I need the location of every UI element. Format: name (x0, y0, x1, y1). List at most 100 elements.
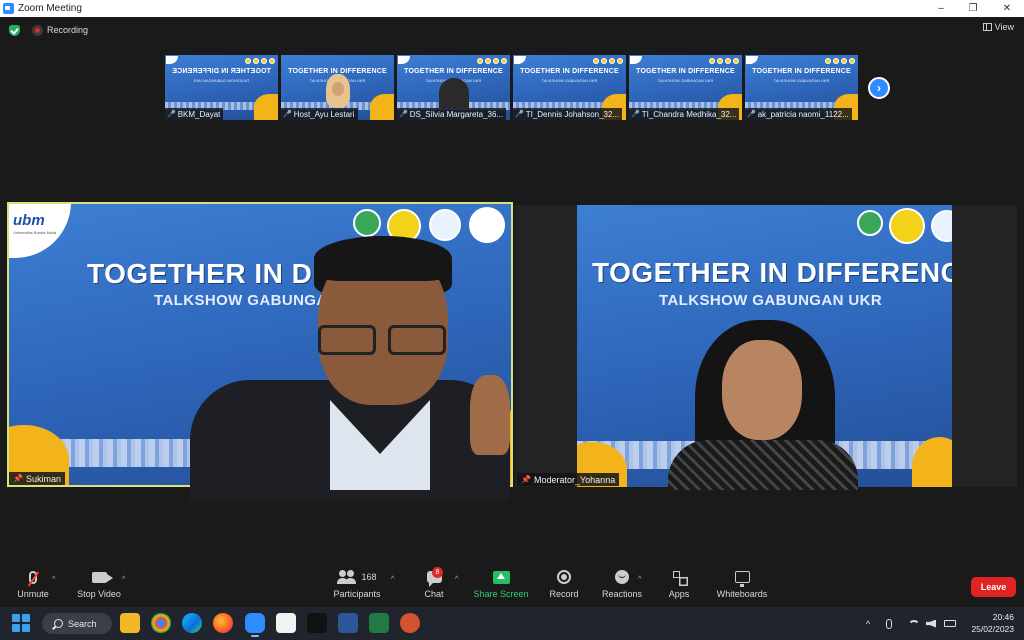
file-explorer-icon[interactable] (120, 613, 140, 633)
meeting-info-bar: Recording View (0, 17, 1024, 45)
restore-button[interactable]: ❐ (956, 0, 990, 17)
microsoft-store-icon[interactable] (276, 613, 296, 633)
banner-title: TOGETHER IN DIFFERENCE (636, 68, 735, 75)
banner-subtitle: TALKSHOW GABUNGAN UKR (193, 78, 250, 83)
participant-name-label: 🎤 TI_Dennis Johahson_32... (513, 108, 623, 120)
partner-logos (825, 58, 855, 64)
chat-label: Chat (424, 589, 444, 599)
record-button[interactable]: Record (546, 567, 582, 607)
encryption-shield-icon[interactable] (9, 25, 20, 36)
share-screen-icon (492, 570, 510, 584)
ubm-logo-text: ubm (13, 212, 45, 229)
participant-video (325, 74, 350, 108)
chat-button[interactable]: 8 Chat (418, 567, 450, 607)
participants-button[interactable]: 168 Participants (330, 567, 384, 607)
unmute-button[interactable]: Unmute (14, 567, 52, 607)
mic-muted-icon (29, 570, 37, 584)
ubm-logo-subtext: Universitas Bunda Mulia (13, 230, 57, 235)
firefox-icon[interactable] (213, 613, 233, 633)
excel-icon[interactable] (369, 613, 389, 633)
video-camera-icon (91, 571, 113, 583)
mic-muted-icon: 🎤 (747, 111, 756, 118)
reactions-options-caret[interactable]: ^ (638, 576, 641, 583)
banner-title: TOGETHER IN DIFFERENCE (592, 257, 952, 288)
record-icon (557, 570, 571, 584)
partner-logos (709, 58, 739, 64)
close-button[interactable]: ✕ (990, 0, 1024, 17)
participant-name: DS_Silvia Margareta_36... (409, 109, 504, 119)
participant-thumbnail[interactable]: TOGETHER IN DIFFERENCE TALKSHOW GABUNGAN… (513, 55, 626, 120)
edge-icon[interactable] (182, 613, 202, 633)
view-label: View (994, 22, 1014, 32)
unmute-label: Unmute (17, 589, 49, 599)
record-label: Record (549, 589, 579, 599)
recording-label: Recording (47, 25, 89, 35)
reactions-button[interactable]: Reactions (600, 567, 644, 607)
whiteboards-label: Whiteboards (716, 589, 768, 599)
word-icon[interactable] (338, 613, 358, 633)
partner-logos (245, 58, 275, 64)
participant-thumbnail[interactable]: TOGETHER IN DIFFERENCE TALKSHOW GABUNGAN… (397, 55, 510, 120)
mic-muted-icon: 🎤 (399, 111, 408, 118)
microphone-tray-icon[interactable] (886, 618, 892, 629)
participant-name: ak_patricia naomi_1122... (757, 109, 849, 119)
next-page-arrow-button[interactable]: › (868, 77, 890, 99)
chrome-icon[interactable] (151, 613, 171, 633)
participant-thumbnail[interactable]: TOGETHER IN DIFFERENCE TALKSHOW GABUNGAN… (629, 55, 742, 120)
leave-button[interactable]: Leave (971, 577, 1016, 597)
wifi-icon[interactable] (908, 619, 920, 628)
partner-logos (593, 58, 623, 64)
powerpoint-icon[interactable] (400, 613, 420, 633)
search-icon (54, 619, 63, 628)
banner-title: TOGETHER IN DIFFERENCE (520, 68, 619, 75)
banner-title: TOGETHER IN DIFFERENCE (404, 68, 503, 75)
stop-video-button[interactable]: Stop Video (76, 567, 122, 607)
windows-taskbar: Search ^ 20:46 25/02/2023 (0, 607, 1024, 640)
volume-icon[interactable] (926, 619, 936, 628)
taskbar-clock[interactable]: 20:46 25/02/2023 (971, 611, 1014, 635)
minimize-button[interactable]: – (924, 0, 958, 17)
apps-icon (672, 570, 686, 584)
banner-subtitle: TALKSHOW GABUNGAN UKR (541, 78, 598, 83)
reactions-label: Reactions (601, 589, 643, 599)
share-screen-label: Share Screen (473, 589, 529, 599)
whiteboards-button[interactable]: Whiteboards (714, 567, 770, 607)
view-button[interactable]: View (982, 22, 1014, 32)
clock-time: 20:46 (992, 612, 1014, 622)
participants-options-caret[interactable]: ^ (391, 576, 394, 583)
banner-subtitle: TALKSHOW GABUNGAN UKR (657, 78, 714, 83)
apps-button[interactable]: Apps (664, 567, 694, 607)
participants-label: Participants (333, 589, 381, 599)
taskbar-search-button[interactable]: Search (42, 613, 112, 634)
video-options-caret[interactable]: ^ (122, 576, 125, 583)
participant-thumbnail[interactable]: TOGETHER IN DIFFERENCE TALKSHOW GABUNGAN… (745, 55, 858, 120)
stop-video-label: Stop Video (77, 589, 121, 599)
moderator-name-label: 📌 Moderator_Yohanna (517, 473, 620, 486)
windows-start-icon[interactable] (12, 614, 30, 632)
participant-name: TI_Dennis Johahson_32... (525, 109, 620, 119)
participant-name-label: 🎤 BKM_Dayat (165, 108, 224, 120)
zoom-taskbar-icon[interactable] (245, 613, 265, 633)
meeting-toolbar: Unmute ^ Stop Video ^ 168 Participants ^… (0, 567, 1024, 607)
battery-icon[interactable] (944, 620, 956, 627)
share-screen-button[interactable]: Share Screen (473, 567, 529, 607)
tray-overflow-chevron[interactable]: ^ (866, 607, 870, 640)
whiteboard-icon (734, 571, 750, 587)
clock-date: 25/02/2023 (971, 624, 1014, 634)
pin-icon: 📌 (13, 474, 23, 483)
window-title: Zoom Meeting (18, 3, 82, 14)
partner-logo-icon (353, 209, 381, 237)
banner-subtitle: TALKSHOW GABUNGAN UKR (773, 78, 830, 83)
participant-thumbnail[interactable]: TOGETHER IN DIFFERENCE TALKSHOW GABUNGAN… (281, 55, 394, 120)
netflix-icon[interactable] (307, 613, 327, 633)
participant-name: Host_Ayu Lestari (293, 109, 355, 119)
pin-icon: 📌 (521, 475, 531, 484)
moderator-name: Moderator_Yohanna (533, 474, 616, 485)
title-bar: Zoom Meeting – ❐ ✕ (0, 0, 1024, 17)
audio-options-caret[interactable]: ^ (52, 576, 55, 583)
banner-title: TOGETHER IN DIFFERENCE (172, 68, 271, 75)
participants-icon (337, 570, 357, 584)
chat-options-caret[interactable]: ^ (455, 576, 458, 583)
participant-name-label: 🎤 TI_Chandra Medhika_32... (629, 108, 740, 120)
participant-thumbnail[interactable]: TOGETHER IN DIFFERENCE TALKSHOW GABUNGAN… (165, 55, 278, 120)
